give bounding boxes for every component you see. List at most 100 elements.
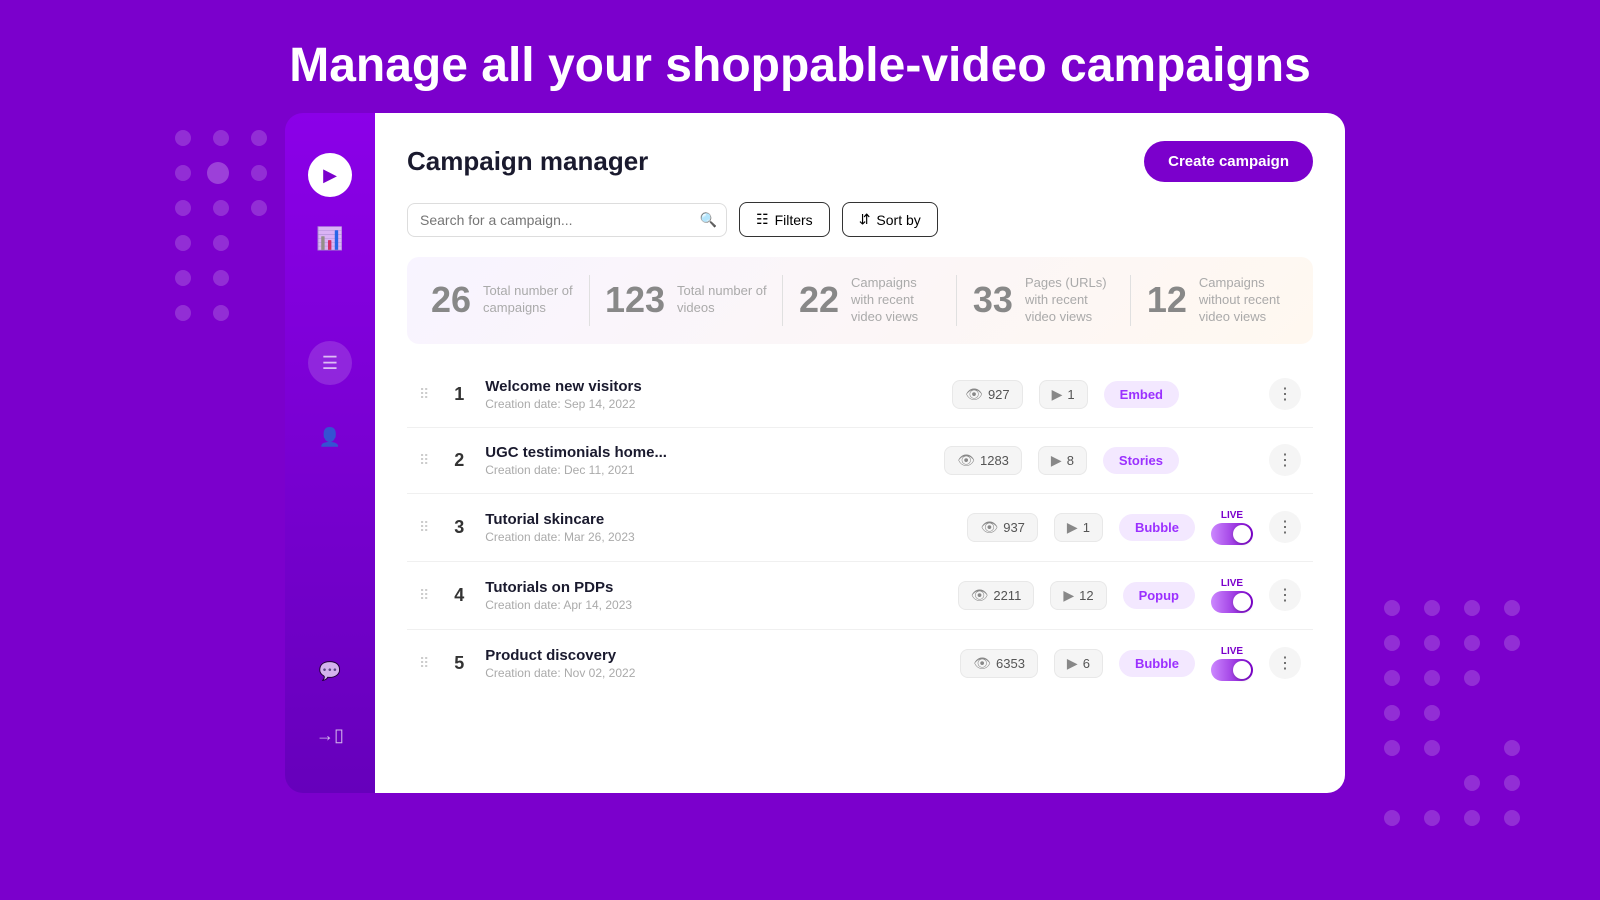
campaign-date-4: Creation date: Apr 14, 2023 bbox=[485, 598, 941, 612]
stat-item-4: 12 Campaigns without recent video views bbox=[1147, 275, 1289, 326]
campaign-info-3: Tutorial skincare Creation date: Mar 26,… bbox=[485, 511, 951, 544]
more-button-3[interactable]: ⋮ bbox=[1269, 511, 1301, 543]
toggle-switch-5[interactable] bbox=[1211, 659, 1253, 681]
videos-count-1: 1 bbox=[1067, 387, 1074, 402]
campaign-num-3: 3 bbox=[449, 517, 469, 538]
videos-count-2: 8 bbox=[1067, 453, 1074, 468]
campaign-name-5: Product discovery bbox=[485, 647, 944, 664]
more-button-5[interactable]: ⋮ bbox=[1269, 647, 1301, 679]
stat-divider-3 bbox=[1130, 275, 1131, 326]
stat-label-1: Total number of videos bbox=[677, 283, 767, 317]
type-badge-2[interactable]: Stories bbox=[1103, 447, 1179, 474]
type-badge-3[interactable]: Bubble bbox=[1119, 514, 1195, 541]
stats-row: 26 Total number of campaigns 123 Total numb… bbox=[407, 257, 1313, 344]
stat-divider-2 bbox=[956, 275, 957, 326]
eye-icon-4: 👁 bbox=[971, 587, 989, 604]
sidebar-user-icon[interactable]: 👤 bbox=[308, 415, 352, 459]
table-row: ⠿ 1 Welcome new visitors Creation date: … bbox=[407, 362, 1313, 428]
type-badge-4[interactable]: Popup bbox=[1123, 582, 1195, 609]
stat-number-0: 26 bbox=[431, 279, 471, 321]
stat-item-3: 33 Pages (URLs) with recent video views bbox=[973, 275, 1115, 326]
toggle-switch-3[interactable] bbox=[1211, 523, 1253, 545]
videos-count-3: 1 bbox=[1083, 520, 1090, 535]
drag-handle-5[interactable]: ⠿ bbox=[419, 655, 429, 672]
stat-item-2: 22Campaigns with recent video views bbox=[799, 275, 941, 326]
campaign-date-5: Creation date: Nov 02, 2022 bbox=[485, 666, 944, 680]
sidebar: ▶ 📊 ☰ 👤 💬 →▯ bbox=[285, 113, 375, 793]
more-button-4[interactable]: ⋮ bbox=[1269, 579, 1301, 611]
stat-label-3: Pages (URLs) with recent video views bbox=[1025, 275, 1115, 326]
table-row: ⠿ 2 UGC testimonials home... Creation da… bbox=[407, 428, 1313, 494]
campaign-name-2: UGC testimonials home... bbox=[485, 444, 928, 461]
sort-button[interactable]: ⇵ Sort by bbox=[842, 202, 938, 237]
live-toggle-4[interactable]: LIVE bbox=[1211, 578, 1253, 613]
video-icon-1: ▶ bbox=[1052, 386, 1063, 403]
views-badge-2: 👁 1283 bbox=[944, 446, 1022, 475]
sidebar-chart-icon[interactable]: 📊 bbox=[308, 217, 352, 261]
campaign-date-2: Creation date: Dec 11, 2021 bbox=[485, 463, 928, 477]
toggle-knob-3 bbox=[1233, 525, 1251, 543]
table-row: ⠿ 4 Tutorials on PDPs Creation date: Apr… bbox=[407, 562, 1313, 630]
videos-count-5: 6 bbox=[1083, 656, 1090, 671]
eye-icon-1: 👁 bbox=[965, 386, 983, 403]
sort-icon: ⇵ bbox=[859, 211, 871, 228]
drag-handle-1[interactable]: ⠿ bbox=[419, 386, 429, 403]
stat-number-1: 123 bbox=[605, 279, 665, 321]
stat-divider-0 bbox=[589, 275, 590, 326]
views-count-4: 2211 bbox=[993, 588, 1021, 603]
stat-number-2: 22 bbox=[799, 279, 839, 321]
stat-number-3: 33 bbox=[973, 279, 1013, 321]
eye-icon-5: 👁 bbox=[973, 655, 991, 672]
campaign-info-4: Tutorials on PDPs Creation date: Apr 14,… bbox=[485, 579, 941, 612]
sidebar-logout-icon[interactable]: →▯ bbox=[308, 713, 352, 757]
live-label-3: LIVE bbox=[1221, 510, 1243, 521]
campaign-num-5: 5 bbox=[449, 653, 469, 674]
campaign-name-3: Tutorial skincare bbox=[485, 511, 951, 528]
stat-divider-1 bbox=[782, 275, 783, 326]
campaign-info-2: UGC testimonials home... Creation date: … bbox=[485, 444, 928, 477]
campaign-info-1: Welcome new visitors Creation date: Sep … bbox=[485, 378, 936, 411]
sidebar-chat-icon[interactable]: 💬 bbox=[308, 649, 352, 693]
campaign-num-2: 2 bbox=[449, 450, 469, 471]
videos-badge-3: ▶ 1 bbox=[1054, 513, 1103, 542]
more-button-1[interactable]: ⋮ bbox=[1269, 378, 1301, 410]
campaign-num-4: 4 bbox=[449, 585, 469, 606]
campaign-list: ⠿ 1 Welcome new visitors Creation date: … bbox=[407, 362, 1313, 697]
videos-badge-2: ▶ 8 bbox=[1038, 446, 1087, 475]
page-heading: Campaign manager bbox=[407, 146, 648, 177]
videos-badge-4: ▶ 12 bbox=[1050, 581, 1106, 610]
stat-label-0: Total number of campaigns bbox=[483, 283, 573, 317]
search-box: 🔍 bbox=[407, 203, 727, 237]
sidebar-menu-icon[interactable]: ☰ bbox=[308, 341, 352, 385]
table-row: ⠿ 5 Product discovery Creation date: Nov… bbox=[407, 630, 1313, 697]
toggle-switch-4[interactable] bbox=[1211, 591, 1253, 613]
filters-button[interactable]: ☷ Filters bbox=[739, 202, 830, 237]
more-button-2[interactable]: ⋮ bbox=[1269, 444, 1301, 476]
toggle-knob-4 bbox=[1233, 593, 1251, 611]
type-badge-1[interactable]: Embed bbox=[1104, 381, 1179, 408]
video-icon-3: ▶ bbox=[1067, 519, 1078, 536]
create-campaign-button[interactable]: Create campaign bbox=[1144, 141, 1313, 182]
drag-handle-4[interactable]: ⠿ bbox=[419, 587, 429, 604]
live-toggle-3[interactable]: LIVE bbox=[1211, 510, 1253, 545]
sidebar-play-icon[interactable]: ▶ bbox=[308, 153, 352, 197]
video-icon-4: ▶ bbox=[1063, 587, 1074, 604]
drag-handle-2[interactable]: ⠿ bbox=[419, 452, 429, 469]
header-row: Campaign manager Create campaign bbox=[407, 141, 1313, 182]
page-title: Manage all your shoppable-video campaign… bbox=[0, 0, 1600, 113]
stat-item-0: 26 Total number of campaigns bbox=[431, 275, 573, 326]
views-count-3: 937 bbox=[1003, 520, 1025, 535]
stat-item-1: 123 Total number of videos bbox=[605, 275, 767, 326]
live-toggle-5[interactable]: LIVE bbox=[1211, 646, 1253, 681]
views-badge-3: 👁 937 bbox=[967, 513, 1037, 542]
views-count-5: 6353 bbox=[996, 656, 1025, 671]
search-input[interactable] bbox=[407, 203, 727, 237]
stat-number-4: 12 bbox=[1147, 279, 1187, 321]
videos-count-4: 12 bbox=[1079, 588, 1093, 603]
campaign-num-1: 1 bbox=[449, 384, 469, 405]
type-badge-5[interactable]: Bubble bbox=[1119, 650, 1195, 677]
eye-icon-3: 👁 bbox=[980, 519, 998, 536]
drag-handle-3[interactable]: ⠿ bbox=[419, 519, 429, 536]
stat-label-4: Campaigns without recent video views bbox=[1199, 275, 1289, 326]
campaign-info-5: Product discovery Creation date: Nov 02,… bbox=[485, 647, 944, 680]
